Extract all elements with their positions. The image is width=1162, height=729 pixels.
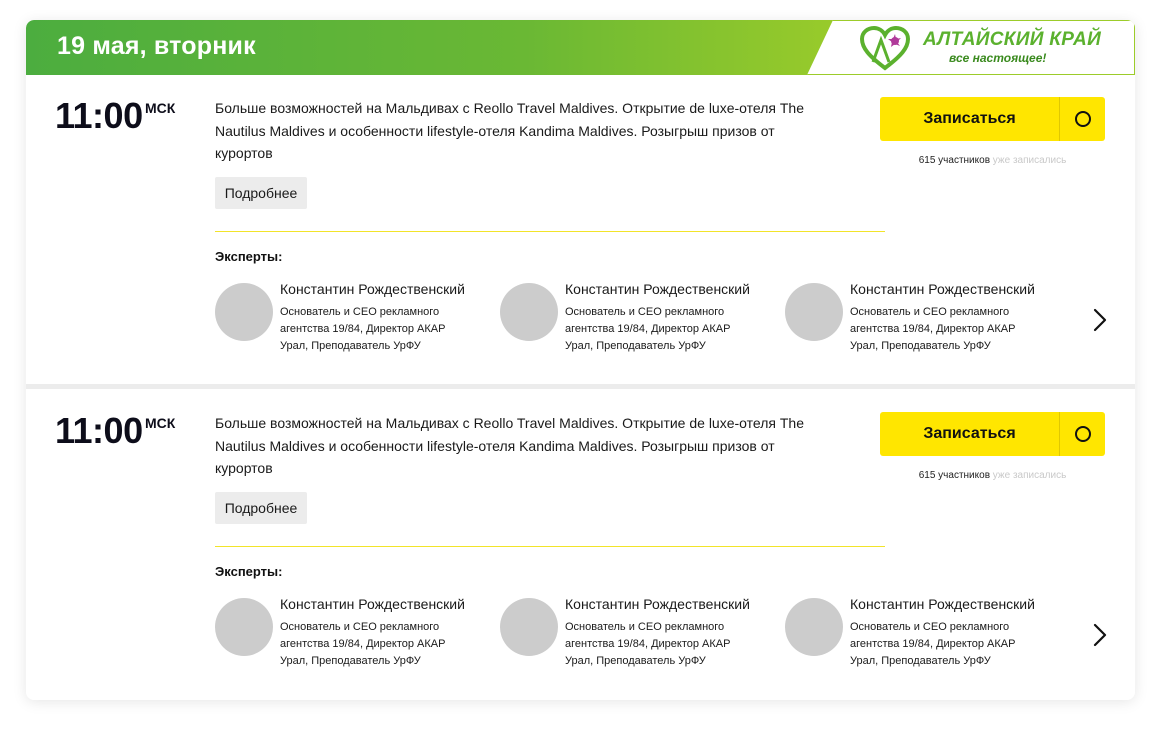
expert-role: Основатель и CEO рекламного агентства 19… [565,621,731,667]
day-title: 19 мая, вторник [57,32,256,60]
expert-card: Константин Рождественский Основатель и C… [785,281,1055,356]
signup-button[interactable]: Записаться [880,97,1105,141]
logo-slogan: все настоящее! [949,51,1047,65]
expert-role: Основатель и CEO рекламного агентства 19… [280,621,446,667]
expert-card: Константин Рождественский Основатель и C… [215,281,485,356]
expert-card: Константин Рождественский Основатель и C… [215,596,485,671]
expert-card: Константин Рождественский Основатель и C… [500,281,770,356]
section-divider [215,546,885,547]
participants-suffix: уже записались [992,470,1067,481]
expert-name: Константин Рождественский [280,596,465,612]
avatar [215,283,273,341]
participants-number: 615 участников [918,470,991,481]
avatar [785,598,843,656]
expert-role: Основатель и CEO рекламного агентства 19… [850,621,1016,667]
chevron-right-icon[interactable] [1092,307,1108,333]
expert-name: Константин Рождественский [850,281,1035,297]
participants-count: 615 участников уже записались [880,470,1105,481]
session-timezone: МСК [145,100,176,116]
expert-role: Основатель и CEO рекламного агентства 19… [850,306,1016,352]
avatar [785,283,843,341]
session-description: Больше возможностей на Мальдивах с Reoll… [215,415,804,476]
expert-name: Константин Рождественский [280,281,465,297]
signup-separator [1059,97,1060,141]
participants-count: 615 участников уже записались [880,155,1105,166]
section-divider [215,231,885,232]
signup-label: Записаться [923,425,1016,442]
session-timezone: МСК [145,415,176,431]
schedule-card: 19 мая, вторник АЛТАЙСКИЙ КРАЙ все насто… [26,20,1135,700]
day-header: 19 мая, вторник АЛТАЙСКИЙ КРАЙ все насто… [26,20,1135,75]
more-details-button[interactable]: Подробнее [215,492,307,524]
experts-title: Эксперты: [215,249,283,264]
expert-name: Константин Рождественский [565,596,750,612]
participants-number: 615 участников [918,155,991,166]
session-item: 11:00 МСК Больше возможностей на Мальдив… [26,75,1135,385]
expert-role: Основатель и CEO рекламного агентства 19… [280,306,446,352]
session-time: 11:00 [55,95,143,136]
chevron-right-icon[interactable] [1092,622,1108,648]
sponsor-logo: АЛТАЙСКИЙ КРАЙ все настоящее! [807,20,1135,75]
experts-title: Эксперты: [215,564,283,579]
avatar [500,283,558,341]
avatar [500,598,558,656]
expert-card: Константин Рождественский Основатель и C… [500,596,770,671]
logo-title: АЛТАЙСКИЙ КРАЙ [923,29,1102,50]
expert-name: Константин Рождественский [565,281,750,297]
circle-icon [1075,111,1091,127]
expert-card: Константин Рождественский Основатель и C… [785,596,1055,671]
altai-heart-logo-icon [859,26,911,71]
session-separator [26,384,1135,389]
session-item: 11:00 МСК Больше возможностей на Мальдив… [26,390,1135,700]
session-description: Больше возможностей на Мальдивах с Reoll… [215,100,804,161]
signup-label: Записаться [923,110,1016,127]
session-time: 11:00 [55,410,143,451]
signup-button[interactable]: Записаться [880,412,1105,456]
expert-name: Константин Рождественский [850,596,1035,612]
avatar [215,598,273,656]
more-details-button[interactable]: Подробнее [215,177,307,209]
circle-icon [1075,426,1091,442]
expert-role: Основатель и CEO рекламного агентства 19… [565,306,731,352]
participants-suffix: уже записались [992,155,1067,166]
signup-separator [1059,412,1060,456]
